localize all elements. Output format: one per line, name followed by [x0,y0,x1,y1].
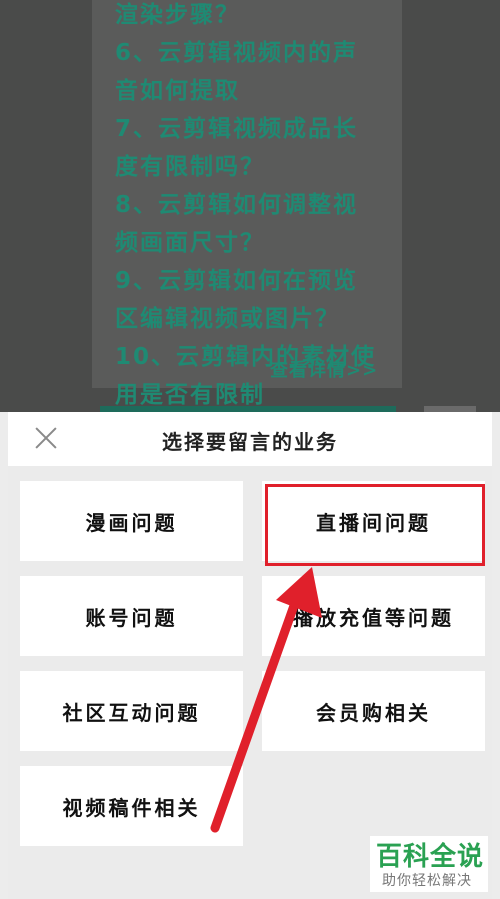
faq-line: 度有限制吗？ [115,154,265,180]
watermark-subtitle: 助你轻松解决 [382,873,472,889]
watermark-title: 百科全说 [376,842,485,872]
option-comics[interactable]: 漫画问题 [20,481,243,561]
view-details-link[interactable]: 查看详情>> [270,356,378,382]
faq-line: 8、云剪辑如何调整视 [115,192,359,218]
faq-line: 渲染步骤？ [115,2,240,28]
option-playback-recharge[interactable]: 播放充值等问题 [262,576,485,656]
faq-line: 音如何提取 [115,78,240,104]
sheet-header: 选择要留言的业务 [8,412,492,466]
faq-line: 6、云剪辑视频内的声 [115,40,359,66]
option-account[interactable]: 账号问题 [20,576,243,656]
option-membership-shop[interactable]: 会员购相关 [262,671,485,751]
option-community[interactable]: 社区互动问题 [20,671,243,751]
faq-line: 9、云剪辑如何在预览 [115,268,359,294]
watermark-logo: 百科全说 助你轻松解决 [370,836,488,892]
faq-line: 频画面尺寸？ [115,230,265,256]
faq-list: 渲染步骤？ 6、云剪辑视频内的声 音如何提取 7、云剪辑视频成品长 度有限制吗？… [115,0,385,412]
highlight-box [265,484,485,566]
option-video-submission[interactable]: 视频稿件相关 [20,766,243,846]
background-article: 渲染步骤？ 6、云剪辑视频内的声 音如何提取 7、云剪辑视频成品长 度有限制吗？… [0,0,500,412]
faq-line: 区编辑视频或图片？ [115,306,340,332]
faq-line: 7、云剪辑视频成品长 [115,116,359,142]
sheet-title: 选择要留言的业务 [162,430,338,454]
